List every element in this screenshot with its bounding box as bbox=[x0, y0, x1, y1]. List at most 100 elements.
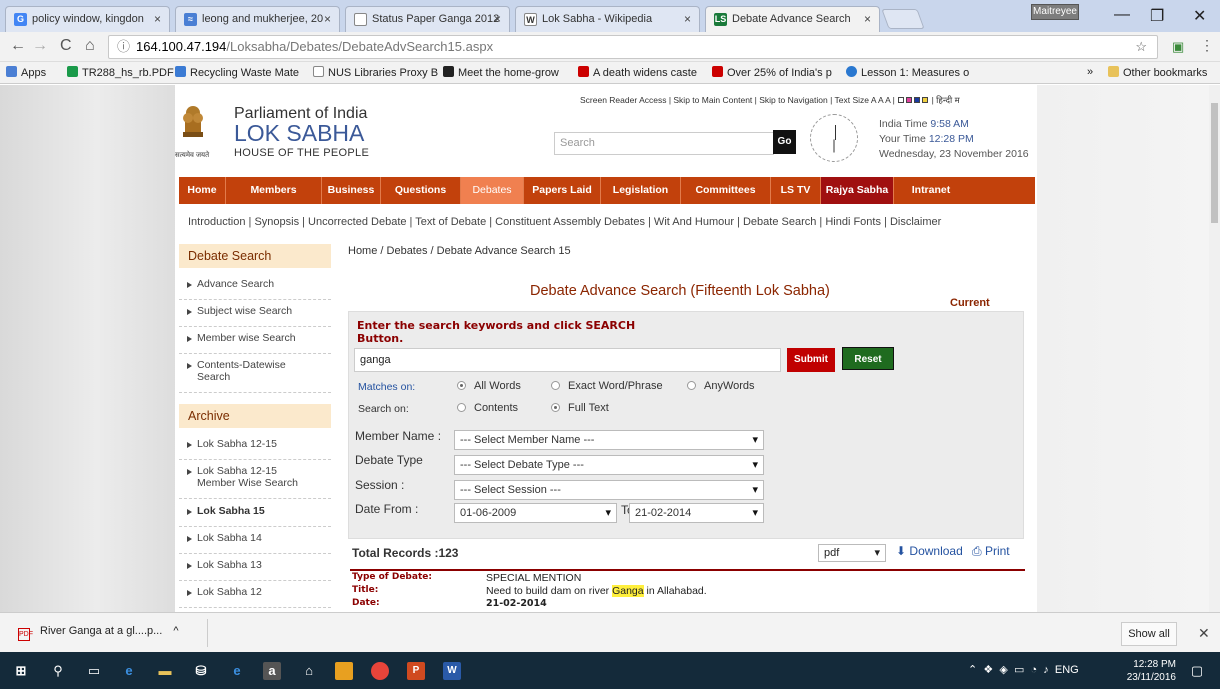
menu-home[interactable]: Home bbox=[179, 177, 226, 204]
radio-contents[interactable]: Contents bbox=[457, 402, 518, 414]
reset-button[interactable]: Reset bbox=[842, 347, 894, 370]
keyword-input[interactable]: ganga bbox=[354, 348, 781, 372]
theme-swatch[interactable] bbox=[914, 97, 921, 103]
bookmarks-overflow[interactable]: » bbox=[1087, 66, 1093, 78]
sidebar-item-ls-15[interactable]: Lok Sabha 15 bbox=[179, 505, 331, 527]
home-icon[interactable]: ⌂ bbox=[300, 662, 318, 680]
sidebar-item-ls-12[interactable]: Lok Sabha 12 bbox=[179, 586, 331, 608]
home-icon[interactable]: ⌂ bbox=[85, 37, 95, 55]
menu-members[interactable]: Members bbox=[226, 177, 322, 204]
minimize-icon[interactable]: — bbox=[1114, 6, 1130, 24]
window-close-icon[interactable]: ✕ bbox=[1193, 6, 1206, 26]
amazon-icon[interactable]: a bbox=[263, 662, 281, 680]
download-link[interactable]: ⬇ Download bbox=[896, 544, 963, 558]
submit-button[interactable]: Submit bbox=[787, 348, 835, 372]
bookmark-item[interactable]: Meet the home-grow bbox=[443, 66, 559, 79]
menu-questions[interactable]: Questions bbox=[381, 177, 461, 204]
sidebar-item-ls-12-15[interactable]: Lok Sabha 12-15 bbox=[179, 438, 331, 460]
radio-exact-phrase[interactable]: Exact Word/Phrase bbox=[551, 380, 663, 392]
wifi-icon[interactable]: ◔ bbox=[1030, 664, 1037, 676]
close-tab-icon[interactable]: × bbox=[324, 12, 331, 26]
sidebar-item-ls-12-15-member[interactable]: Lok Sabha 12-15 Member Wise Search bbox=[179, 465, 331, 499]
radio-full-text[interactable]: Full Text bbox=[551, 402, 609, 414]
sidebar-item-ls-14[interactable]: Lok Sabha 14 bbox=[179, 532, 331, 554]
internet-explorer-icon[interactable]: e bbox=[228, 662, 246, 680]
clock[interactable]: 12:28 PM 23/11/2016 bbox=[1080, 658, 1176, 684]
radio-all-words[interactable]: All Words bbox=[457, 380, 521, 392]
close-tab-icon[interactable]: × bbox=[864, 12, 871, 26]
restore-icon[interactable]: ❐ bbox=[1150, 6, 1164, 26]
bookmark-item[interactable]: Over 25% of India's p bbox=[712, 66, 832, 79]
page-scrollbar[interactable] bbox=[1209, 85, 1220, 612]
other-bookmarks[interactable]: Other bookmarks bbox=[1108, 66, 1207, 79]
close-tab-icon[interactable]: × bbox=[684, 12, 691, 26]
browser-tab[interactable]: ≈ leong and mukherjee, 20 × bbox=[175, 6, 340, 32]
chevron-up-icon[interactable]: ^ bbox=[173, 625, 178, 637]
windows-start-icon[interactable]: ⊞ bbox=[12, 662, 30, 680]
menu-ls-tv[interactable]: LS TV bbox=[771, 177, 821, 204]
site-search-input[interactable]: Search bbox=[554, 132, 774, 155]
menu-business[interactable]: Business bbox=[322, 177, 381, 204]
menu-intranet[interactable]: Intranet bbox=[894, 177, 968, 204]
browser-tab[interactable]: W Lok Sabha - Wikipedia × bbox=[515, 6, 700, 32]
menu-papers-laid[interactable]: Papers Laid bbox=[524, 177, 601, 204]
chevron-up-icon[interactable]: ⌃ bbox=[968, 664, 977, 676]
file-explorer-icon[interactable]: ▬ bbox=[156, 662, 174, 680]
result-title-link[interactable]: Need to build dam on river Ganga in Alla… bbox=[486, 585, 707, 597]
sidebar-item-subject-search[interactable]: Subject wise Search bbox=[179, 305, 331, 327]
bookmark-item[interactable]: NUS Libraries Proxy B bbox=[313, 66, 438, 79]
debate-type-select[interactable]: --- Select Debate Type --- bbox=[454, 455, 764, 475]
profile-button[interactable]: Maitreyee bbox=[1031, 4, 1079, 20]
network-icon[interactable]: ❖ bbox=[983, 664, 993, 676]
close-tab-icon[interactable]: × bbox=[154, 12, 161, 26]
theme-swatch[interactable] bbox=[922, 97, 929, 103]
show-all-button[interactable]: Show all bbox=[1121, 622, 1177, 646]
bookmark-apps[interactable]: Apps bbox=[6, 66, 46, 79]
menu-legislation[interactable]: Legislation bbox=[601, 177, 681, 204]
radio-any-words[interactable]: AnyWords bbox=[687, 380, 755, 392]
browser-tab-active[interactable]: LS Debate Advance Search × bbox=[705, 6, 880, 32]
sidebar-item-ls-13[interactable]: Lok Sabha 13 bbox=[179, 559, 331, 581]
sidebar-item-advance-search[interactable]: Advance Search bbox=[179, 278, 331, 300]
download-item[interactable]: PDF River Ganga at a gl....p... ^ bbox=[18, 625, 179, 641]
sidebar-item-member-search[interactable]: Member wise Search bbox=[179, 332, 331, 354]
menu-icon[interactable]: ⋮ bbox=[1200, 37, 1214, 54]
hindi-link[interactable]: | हिन्दी म bbox=[932, 95, 960, 105]
back-icon[interactable]: ← bbox=[10, 37, 26, 55]
breadcrumb[interactable]: Home / Debates / Debate Advance Search 1… bbox=[348, 245, 571, 257]
notifications-icon[interactable]: ▢ bbox=[1188, 662, 1206, 680]
new-tab-button[interactable] bbox=[881, 9, 925, 29]
close-tab-icon[interactable]: × bbox=[494, 12, 501, 26]
task-view-icon[interactable]: ▭ bbox=[85, 662, 103, 680]
bookmark-item[interactable]: Lesson 1: Measures o bbox=[846, 66, 969, 79]
print-link[interactable]: ⎙ Print bbox=[972, 544, 1010, 559]
menu-committees[interactable]: Committees bbox=[681, 177, 771, 204]
store-icon[interactable]: ⛁ bbox=[192, 662, 210, 680]
word-icon[interactable]: W bbox=[443, 662, 461, 680]
system-tray[interactable]: ⌃ ❖ ◈ ▭ ◔ ♪ ENG bbox=[968, 663, 1079, 676]
volume-icon[interactable]: ♪ bbox=[1043, 664, 1049, 676]
chrome-icon[interactable] bbox=[371, 662, 389, 680]
battery-icon[interactable]: ▭ bbox=[1014, 664, 1024, 676]
browser-tab[interactable]: G policy window, kingdon × bbox=[5, 6, 170, 32]
session-select[interactable]: --- Select Session --- bbox=[454, 480, 764, 500]
powerpoint-icon[interactable]: P bbox=[407, 662, 425, 680]
extension-icon[interactable]: ▣ bbox=[1172, 39, 1184, 55]
language-indicator[interactable]: ENG bbox=[1055, 664, 1079, 676]
bookmark-item[interactable]: TR288_hs_rb.PDF bbox=[67, 66, 174, 79]
forward-icon[interactable]: → bbox=[32, 37, 48, 55]
info-icon[interactable]: ⓘ bbox=[117, 39, 130, 54]
accessibility-links[interactable]: Screen Reader Access | Skip to Main Cont… bbox=[580, 95, 960, 106]
close-icon[interactable]: ✕ bbox=[1198, 625, 1210, 642]
theme-swatch[interactable] bbox=[898, 97, 905, 103]
member-name-select[interactable]: --- Select Member Name --- bbox=[454, 430, 764, 450]
go-button[interactable]: Go bbox=[773, 130, 796, 154]
date-to-select[interactable]: 21-02-2014 bbox=[629, 503, 764, 523]
url-input[interactable]: ⓘ 164.100.47.194/Loksabha/Debates/DebateA… bbox=[108, 35, 1158, 59]
bookmark-item[interactable]: Recycling Waste Mate bbox=[175, 66, 299, 79]
theme-swatch[interactable] bbox=[906, 97, 913, 103]
sidebar-item-contents-datewise[interactable]: Contents-Datewise Search bbox=[179, 359, 331, 393]
search-icon[interactable]: ⚲ bbox=[49, 662, 67, 680]
browser-tab[interactable]: Status Paper Ganga 2012 × bbox=[345, 6, 510, 32]
bookmark-item[interactable]: A death widens caste bbox=[578, 66, 697, 79]
